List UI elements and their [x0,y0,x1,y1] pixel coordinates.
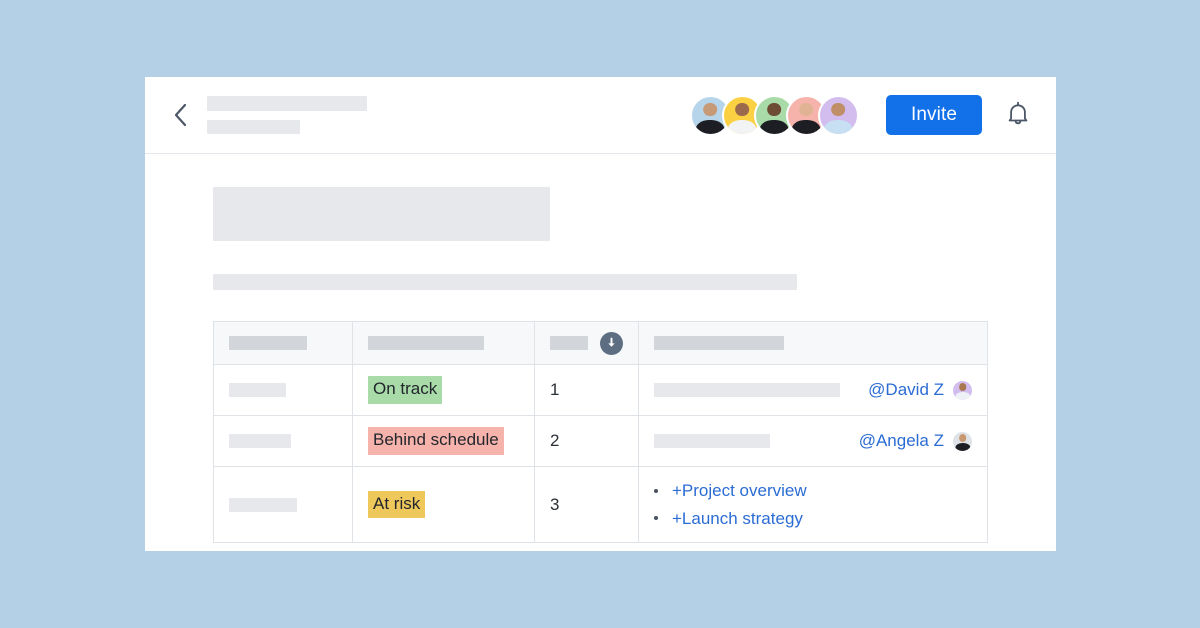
row-name-placeholder [229,497,297,512]
angela-z-avatar[interactable] [953,431,972,451]
status-badge: On track [368,376,443,404]
cell-status: On track [352,364,535,416]
table-header [213,321,988,365]
app-window: Invite On track 1 @David Z Behind schedu… [145,77,1056,551]
cell-notes: @Angela Z [638,415,988,467]
avatar-head [958,434,967,442]
cell-number: 1 [534,364,639,416]
cell-notes: +Project overview +Launch strategy [638,466,988,543]
cell-name [213,466,353,543]
bullet-icon [654,516,658,521]
table-row[interactable]: Behind schedule 2 @Angela Z [213,415,988,467]
avatar-member-5[interactable] [817,94,859,136]
row-name-placeholder [229,383,286,397]
content-paragraph-placeholder [213,274,797,290]
page-subtitle-placeholder [207,120,300,134]
mention-david-z[interactable]: @David Z [868,380,944,400]
cell-status: Behind schedule [352,415,535,467]
note-text-placeholder [654,434,770,448]
link-project-overview[interactable]: +Project overview [672,478,807,504]
avatar-head [703,102,718,117]
cell-number: 2 [534,415,639,467]
title-placeholder-group [207,96,367,134]
column-header-status[interactable] [352,321,535,365]
notifications-button[interactable] [1004,100,1032,130]
link-launch-strategy[interactable]: +Launch strategy [672,506,803,532]
avatar-body [728,120,757,134]
list-item[interactable]: +Launch strategy [654,505,972,533]
cell-name [213,415,353,467]
avatar-head [767,102,782,117]
table-row[interactable]: On track 1 @David Z [213,364,988,416]
avatar-head [958,383,967,391]
column-header-placeholder [229,336,307,350]
back-button[interactable] [167,102,193,128]
avatar-body [792,120,821,134]
avatar-body [954,392,971,400]
table-header-row [213,321,988,365]
column-header-placeholder [368,336,484,350]
mention-angela-z[interactable]: @Angela Z [859,431,944,451]
column-header-number[interactable] [534,321,639,365]
bullet-icon [654,488,658,493]
chevron-left-icon [173,103,188,127]
avatar-head [735,102,750,117]
column-header-notes[interactable] [638,321,988,365]
projects-table: On track 1 @David Z Behind schedule 2 @A… [213,321,988,543]
status-badge: Behind schedule [368,427,504,455]
note-link-list: +Project overview +Launch strategy [654,477,972,532]
avatar-head [799,102,814,117]
cell-number: 3 [534,466,639,543]
avatar-body [824,120,853,134]
avatar-body [760,120,789,134]
column-header-placeholder [654,336,784,350]
status-badge: At risk [368,490,426,519]
page-title-placeholder [207,96,367,111]
invite-button[interactable]: Invite [885,95,982,135]
app-topbar: Invite [145,77,1056,154]
table-row[interactable]: At risk 3 +Project overview +Launch stra… [213,466,988,543]
cell-status: At risk [352,466,535,543]
avatar-body [954,443,971,451]
avatar-head [831,102,846,117]
app-body: On track 1 @David Z Behind schedule 2 @A… [145,154,1056,543]
column-header-placeholder [550,336,588,350]
list-item[interactable]: +Project overview [654,477,972,505]
sort-descending-icon[interactable] [600,331,623,355]
note-text-placeholder [654,383,840,397]
cell-notes: @David Z [638,364,988,416]
column-header-name[interactable] [213,321,353,365]
member-avatar-stack [689,94,859,136]
david-z-avatar[interactable] [953,380,972,400]
row-name-placeholder [229,434,291,448]
screenshot-canvas: Invite On track 1 @David Z Behind schedu… [0,0,1200,628]
content-heading-placeholder [213,187,550,241]
avatar-body [696,120,725,134]
cell-name [213,364,353,416]
table-body: On track 1 @David Z Behind schedule 2 @A… [213,364,988,543]
bell-icon [1006,101,1030,130]
